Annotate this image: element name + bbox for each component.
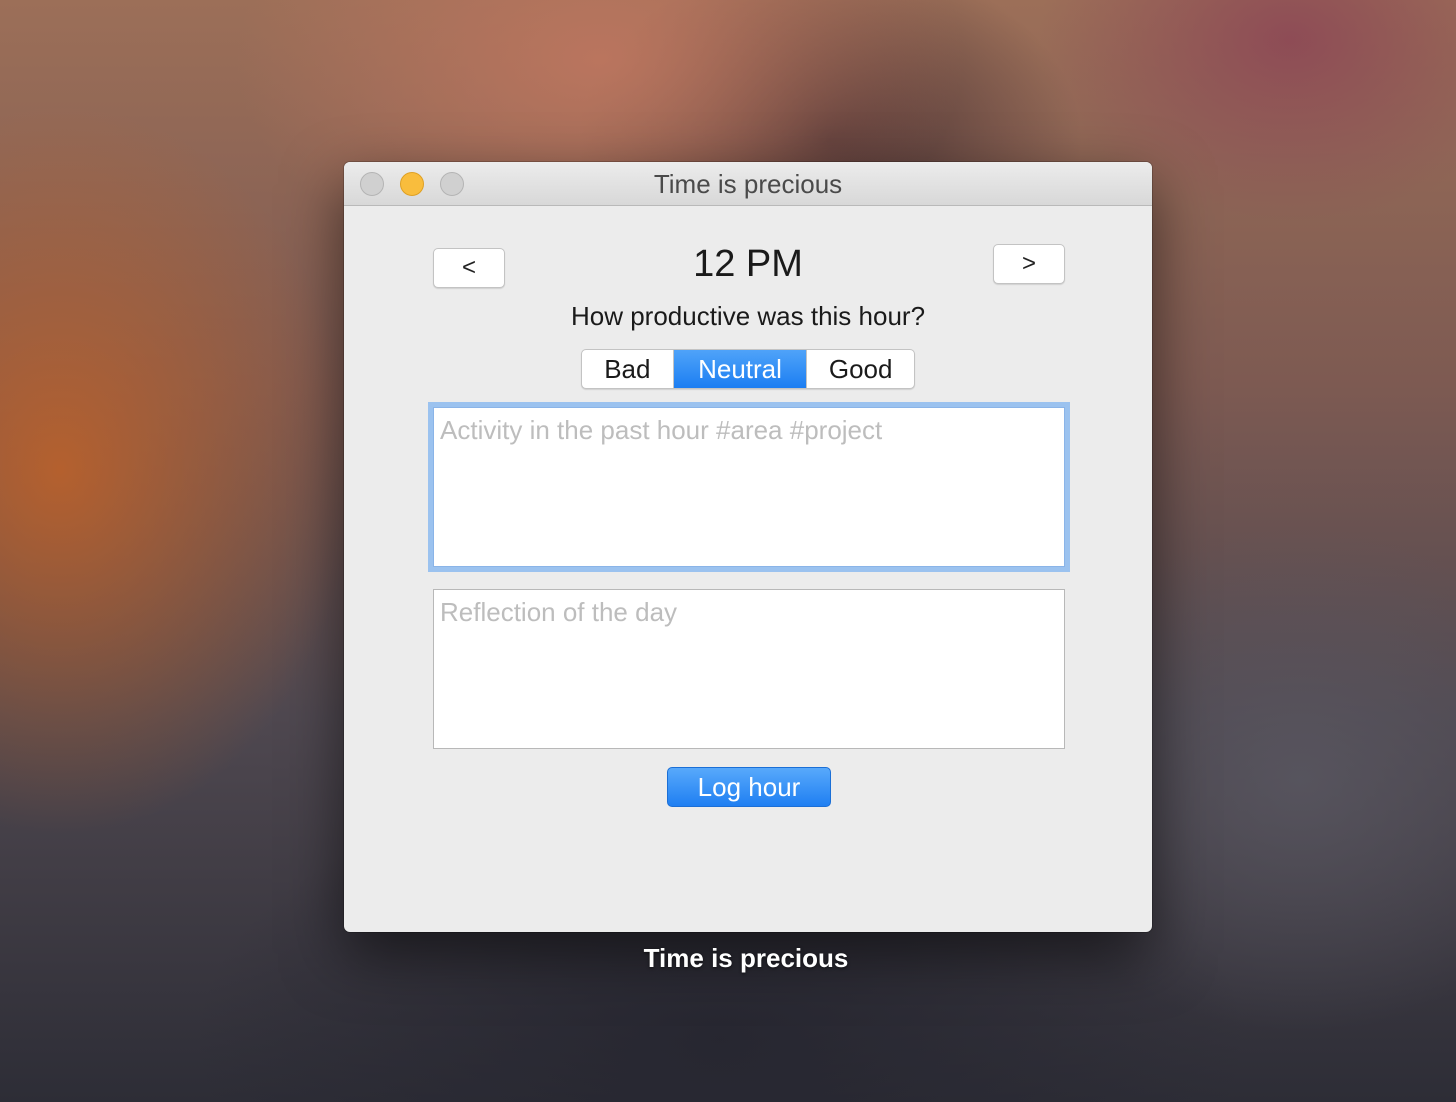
- current-hour-label: 12 PM: [693, 243, 803, 285]
- reflection-textarea[interactable]: [433, 589, 1065, 749]
- segment-good[interactable]: Good: [806, 350, 914, 388]
- segment-bad[interactable]: Bad: [582, 350, 674, 388]
- activity-textarea[interactable]: [433, 407, 1065, 567]
- productivity-segmented-control: Bad Neutral Good: [581, 349, 915, 389]
- window-caption: Time is precious: [643, 943, 849, 973]
- window-title: Time is precious: [653, 169, 843, 199]
- previous-hour-button[interactable]: <: [433, 248, 505, 288]
- log-hour-button[interactable]: Log hour: [667, 767, 831, 807]
- productivity-question: How productive was this hour?: [570, 301, 926, 331]
- title-bar[interactable]: Time is precious: [344, 162, 1152, 206]
- segment-neutral[interactable]: Neutral: [673, 350, 807, 388]
- app-window: Time is precious < 12 PM > How productiv…: [344, 162, 1152, 932]
- next-hour-button[interactable]: >: [993, 244, 1065, 284]
